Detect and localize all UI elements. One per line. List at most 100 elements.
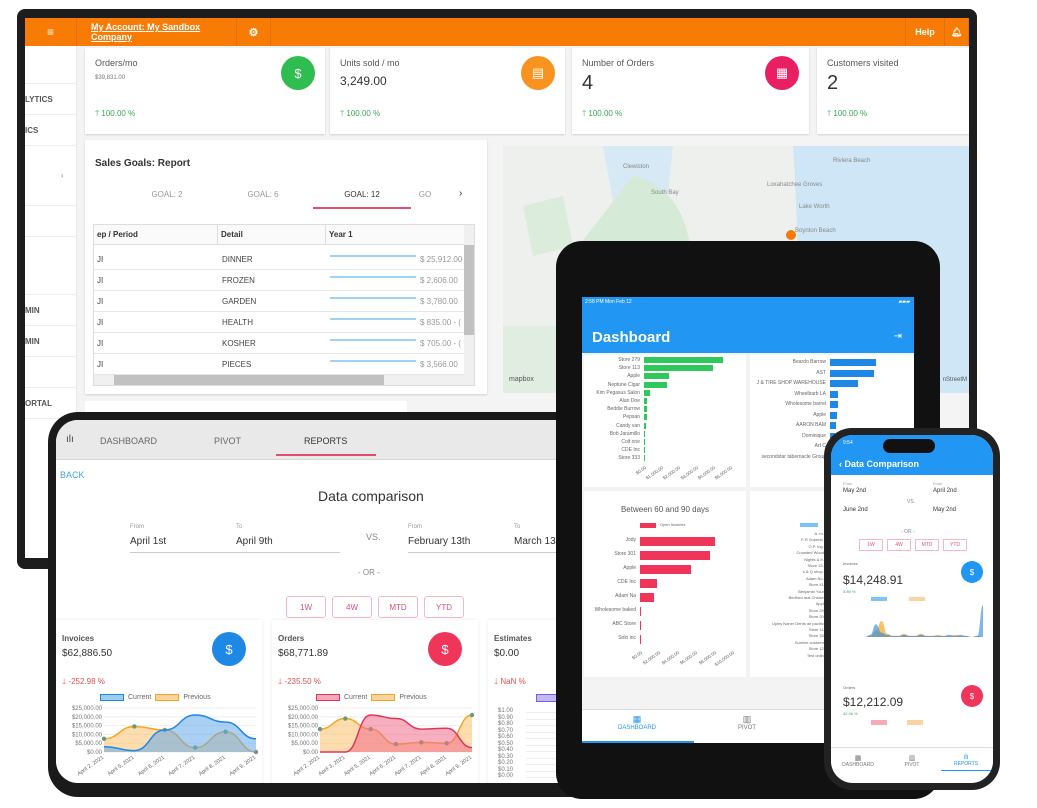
quick-mtd-button[interactable]: MTD <box>378 596 418 618</box>
bar[interactable] <box>644 447 646 454</box>
tab-pivot[interactable]: ▥ PIVOT <box>692 714 802 731</box>
bar[interactable] <box>644 406 647 413</box>
bar[interactable] <box>640 593 654 602</box>
bar[interactable] <box>640 621 641 630</box>
range2-to-input[interactable]: May 2nd <box>933 507 956 513</box>
range2-to-input[interactable]: March 13 <box>514 536 556 547</box>
legend-current-swatch[interactable] <box>316 694 340 701</box>
nav-reports[interactable]: REPORTS <box>304 436 347 446</box>
legend-previous-swatch[interactable] <box>909 597 925 601</box>
data-point[interactable] <box>317 726 323 732</box>
sidebar-item-7[interactable] <box>25 357 76 388</box>
legend-previous-swatch[interactable] <box>907 720 923 725</box>
sidebar-item-3[interactable] <box>25 206 76 237</box>
tab-goal-more[interactable]: GO <box>405 190 445 199</box>
map-attribution[interactable]: nStreetM <box>943 377 967 383</box>
settings-button[interactable]: ⚙ <box>237 18 271 46</box>
table-row[interactable]: JI DINNER $ 25,912.00 <box>94 249 464 270</box>
legend-current-swatch[interactable] <box>100 694 124 701</box>
sidebar-item-metrics[interactable]: ICS <box>25 115 76 146</box>
bar[interactable] <box>830 422 837 429</box>
bar[interactable] <box>644 357 724 363</box>
quick-4w-button[interactable]: 4W <box>332 596 372 618</box>
sidebar-item-4[interactable] <box>25 237 76 295</box>
logout-icon[interactable]: ⇥ <box>894 331 902 342</box>
quick-mtd-button[interactable]: MTD <box>915 539 939 551</box>
menu-button[interactable]: ≡ <box>25 18 77 46</box>
table-row[interactable]: JI KOSHER $ 705.00 - ( <box>94 333 464 354</box>
bar[interactable] <box>644 365 713 372</box>
legend-current-swatch[interactable] <box>871 720 887 725</box>
bar[interactable] <box>644 373 669 380</box>
sidebar-item-admin[interactable]: MIN <box>25 295 76 326</box>
quick-4w-button[interactable]: 4W <box>887 539 911 551</box>
bar[interactable] <box>830 369 874 377</box>
bar[interactable] <box>640 579 657 588</box>
bar[interactable] <box>644 455 646 462</box>
sidebar-item-analytics[interactable]: LYTICS <box>25 84 76 115</box>
notifications-button[interactable]: 🔔︎ <box>945 18 969 46</box>
range2-from-input[interactable]: February 13th <box>408 536 470 547</box>
legend-current-swatch[interactable] <box>871 597 887 601</box>
quick-1w-button[interactable]: 1W <box>859 539 883 551</box>
data-point[interactable] <box>343 716 348 721</box>
bar[interactable] <box>644 439 646 445</box>
bar[interactable] <box>644 398 647 404</box>
bar[interactable] <box>830 411 837 419</box>
bar[interactable] <box>640 537 716 546</box>
nav-pivot[interactable]: PIVOT <box>214 436 241 446</box>
bar[interactable] <box>644 414 647 421</box>
sidebar-item-superadmin[interactable]: MIN <box>25 326 76 357</box>
bar[interactable] <box>644 389 651 396</box>
bar[interactable] <box>640 565 691 574</box>
legend-previous-swatch[interactable] <box>371 694 396 701</box>
bar[interactable] <box>640 607 641 616</box>
tab-dashboard[interactable]: ▦ DASHBOARD <box>582 714 692 731</box>
vertical-scrollbar[interactable] <box>464 225 474 385</box>
quick-1w-button[interactable]: 1W <box>286 596 326 618</box>
range2-from-input[interactable]: April 2nd <box>933 488 957 494</box>
bar[interactable] <box>830 390 839 398</box>
tab-goal-12[interactable]: GOAL: 12 <box>314 190 410 199</box>
sidebar-item-group[interactable]: ‹ <box>25 146 76 206</box>
bar[interactable] <box>644 381 668 388</box>
quick-ytd-button[interactable]: YTD <box>424 596 464 618</box>
range1-to-input[interactable]: April 9th <box>236 536 273 547</box>
chevron-right-icon[interactable]: › <box>459 188 462 199</box>
tab-reports[interactable]: ılı REPORTS <box>939 754 993 767</box>
range1-from-input[interactable]: April 1st <box>130 536 166 547</box>
quick-ytd-button[interactable]: YTD <box>943 539 967 551</box>
bar[interactable] <box>644 422 646 429</box>
mapbox-logo[interactable]: mapbox <box>509 376 534 383</box>
back-chevron-icon[interactable]: ‹ <box>839 459 842 469</box>
table-row[interactable]: JI HEALTH $ 835.00 - ( <box>94 312 464 333</box>
nav-dashboard[interactable]: DASHBOARD <box>100 436 157 446</box>
bar[interactable] <box>644 430 646 437</box>
tab-dashboard[interactable]: ▦ DASHBOARD <box>831 754 885 768</box>
data-point[interactable] <box>101 736 107 741</box>
bar[interactable] <box>640 635 641 644</box>
bar[interactable] <box>830 359 876 366</box>
column-header-detail[interactable]: Detail <box>218 225 326 245</box>
horizontal-scrollbar[interactable] <box>94 375 466 385</box>
data-point[interactable] <box>132 724 137 729</box>
data-point[interactable] <box>469 712 475 718</box>
bar[interactable] <box>830 380 858 387</box>
legend-previous-swatch[interactable] <box>155 694 180 701</box>
account-selector[interactable]: My Account: My Sandbox Company <box>77 18 237 46</box>
tab-goal-2[interactable]: GOAL: 2 <box>119 190 215 199</box>
legend-swatch[interactable] <box>800 523 818 527</box>
table-row[interactable]: JI PIECES $ 3,566.00 <box>94 354 464 375</box>
table-row[interactable]: JI GARDEN $ 3,780.00 <box>94 291 464 312</box>
back-link[interactable]: BACK <box>60 470 85 480</box>
bar[interactable] <box>830 401 839 408</box>
legend-swatch[interactable] <box>640 523 656 528</box>
help-button[interactable]: Help <box>905 18 945 46</box>
table-row[interactable]: JI FROZEN $ 2,606.00 <box>94 270 464 291</box>
range1-to-input[interactable]: June 2nd <box>843 507 868 513</box>
tab-pivot[interactable]: ▥ PIVOT <box>885 754 939 768</box>
range1-from-input[interactable]: May 2nd <box>843 488 866 494</box>
tab-goal-6[interactable]: GOAL: 6 <box>215 190 311 199</box>
column-header-period[interactable]: ep / Period <box>94 225 218 245</box>
column-header-year1[interactable]: Year 1 <box>326 225 466 245</box>
